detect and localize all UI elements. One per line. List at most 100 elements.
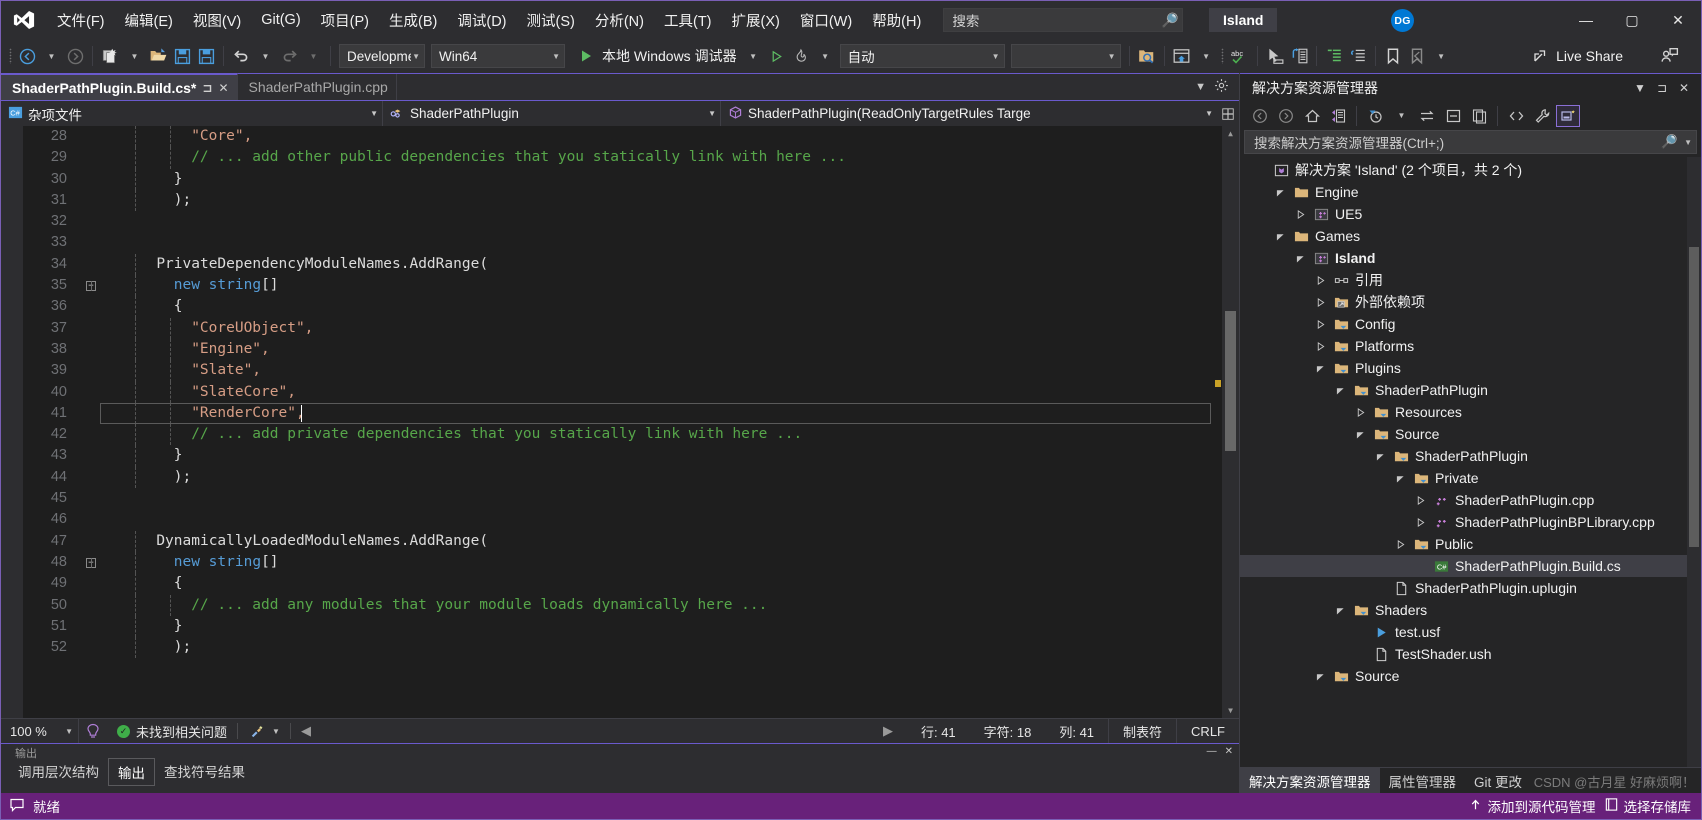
solution-explorer-search-input[interactable]: 搜索解决方案资源管理器(Ctrl+;) 🔍 ▼ xyxy=(1244,130,1697,154)
code-line[interactable]: 40 "SlateCore", xyxy=(23,381,1239,403)
se-pending-dropdown[interactable]: ▼ xyxy=(1389,105,1413,127)
panel-pin-icon[interactable]: ⊐ xyxy=(1651,81,1673,95)
chevron-right-icon[interactable] xyxy=(1310,319,1330,329)
se-sync-with-active-icon[interactable] xyxy=(1415,105,1439,127)
tree-item-selected[interactable]: C# ShaderPathPlugin.Build.cs xyxy=(1240,555,1701,577)
select-repository-button[interactable]: 选择存储库 xyxy=(1604,796,1691,816)
zoom-combo[interactable]: 100 % ▼ xyxy=(1,719,79,743)
code-line[interactable]: 38 "Engine", xyxy=(23,338,1239,361)
chevron-down-icon[interactable] xyxy=(1350,430,1370,439)
panel-close-icon[interactable]: ✕ xyxy=(1673,81,1695,95)
editor-tab-shaderpathplugin-cpp[interactable]: ShaderPathPlugin.cpp xyxy=(237,74,397,100)
start-without-debug-button[interactable] xyxy=(765,44,789,68)
chevron-right-icon[interactable] xyxy=(1290,209,1310,219)
tree-item[interactable]: ShaderPathPlugin.cpp xyxy=(1240,489,1701,511)
chevron-down-icon[interactable] xyxy=(1270,188,1290,197)
debug-target-label[interactable]: 本地 Windows 调试器 xyxy=(598,46,741,66)
tree-item[interactable]: 解决方案 'Island' (2 个项目，共 2 个) xyxy=(1240,159,1701,181)
code-line[interactable]: 31); xyxy=(23,189,1239,212)
uncomment-selection-icon[interactable] xyxy=(1346,44,1370,68)
tabstrip-settings-icon[interactable] xyxy=(1214,78,1229,96)
code-line[interactable]: 28 "Core", xyxy=(23,126,1239,148)
code-cleanup-button[interactable]: ▼ xyxy=(238,719,290,743)
solution-configuration-combo[interactable]: Development ▼ xyxy=(339,44,425,68)
code-text-area[interactable]: 28 "Core", 29 // ... add other public depen… xyxy=(23,126,1239,718)
undo-dropdown[interactable]: ▼ xyxy=(253,44,277,68)
code-line[interactable]: 47 DynamicallyLoadedModuleNames.AddRange( xyxy=(23,530,1239,552)
split-editor-icon[interactable] xyxy=(1217,101,1239,126)
chevron-right-icon[interactable] xyxy=(1390,539,1410,549)
menu-debug[interactable]: 调试(D) xyxy=(447,1,516,39)
new-project-button[interactable] xyxy=(98,44,122,68)
se-pending-changes-icon[interactable] xyxy=(1363,105,1387,127)
dock-tab-output[interactable]: 输出 xyxy=(108,758,155,786)
code-line[interactable]: 50 // ... add any modules that your modul… xyxy=(23,594,1239,616)
tree-item[interactable]: ShaderPathPluginBPLibrary.cpp xyxy=(1240,511,1701,533)
editor-tab-shaderpathplugin-build-cs[interactable]: ShaderPathPlugin.Build.cs* ⊐ ✕ xyxy=(1,73,238,100)
panel-chevron-down-icon[interactable]: ▼ xyxy=(1629,81,1651,95)
solution-tree[interactable]: 解决方案 'Island' (2 个项目，共 2 个) Engine UE5 Game… xyxy=(1240,157,1701,767)
tree-item[interactable]: Public xyxy=(1240,533,1701,555)
tab-solution-explorer[interactable]: 解决方案资源管理器 xyxy=(1240,768,1380,793)
navigate-forward-button[interactable] xyxy=(63,44,87,68)
previous-bookmark-icon[interactable] xyxy=(1405,44,1429,68)
navigate-backward-button[interactable] xyxy=(15,44,39,68)
pin-icon[interactable]: ⊐ xyxy=(202,81,212,95)
code-line[interactable]: 42 // ... add private dependencies that y… xyxy=(23,424,1239,446)
tree-item[interactable]: Engine xyxy=(1240,181,1701,203)
tree-item[interactable]: Platforms xyxy=(1240,335,1701,357)
code-line[interactable]: 36 { xyxy=(23,296,1239,318)
tree-item[interactable]: TestShader.ush xyxy=(1240,643,1701,665)
code-line[interactable]: 29 // ... add other public dependencies t… xyxy=(23,147,1239,169)
code-editor[interactable]: 28 "Core", 29 // ... add other public depen… xyxy=(1,126,1239,718)
redo-dropdown[interactable]: ▼ xyxy=(301,44,325,68)
menu-test[interactable]: 测试(S) xyxy=(517,1,585,39)
hot-reload-dropdown[interactable]: ▼ xyxy=(813,44,837,68)
solution-explorer-dropdown[interactable]: ▼ xyxy=(1194,44,1218,68)
toolbar-grip[interactable] xyxy=(5,46,15,66)
menu-window[interactable]: 窗口(W) xyxy=(790,1,862,39)
navigate-backward-dropdown[interactable]: ▼ xyxy=(39,44,63,68)
code-line[interactable]: 35−new string[] xyxy=(23,275,1239,297)
chevron-down-icon[interactable] xyxy=(1370,452,1390,461)
toolbar-grip-2[interactable] xyxy=(1218,46,1228,66)
solution-tree-scrollbar[interactable] xyxy=(1687,157,1701,767)
code-line[interactable]: 48−new string[] xyxy=(23,551,1239,574)
menu-project[interactable]: 项目(P) xyxy=(311,1,379,39)
close-icon[interactable]: ✕ xyxy=(218,81,228,95)
code-line[interactable]: 37 "CoreUObject", xyxy=(23,317,1239,339)
se-switch-views-icon[interactable] xyxy=(1326,105,1350,127)
minimize-button[interactable]: — xyxy=(1563,1,1609,39)
tab-property-manager[interactable]: 属性管理器 xyxy=(1380,768,1466,793)
chevron-right-icon[interactable] xyxy=(1410,517,1430,527)
tree-item[interactable]: UE5 xyxy=(1240,203,1701,225)
navbar-project-combo[interactable]: C# 杂项文件 ▼ xyxy=(1,101,383,126)
tree-item[interactable]: Private xyxy=(1240,467,1701,489)
solution-explorer-home-icon[interactable] xyxy=(1170,44,1194,68)
chevron-down-icon[interactable] xyxy=(1310,672,1330,681)
code-line[interactable]: 52); xyxy=(23,637,1239,659)
navbar-member-combo[interactable]: ShaderPathPlugin(ReadOnlyTargetRules Tar… xyxy=(721,101,1217,126)
menu-view[interactable]: 视图(V) xyxy=(183,1,251,39)
scroll-up-arrow[interactable]: ▲ xyxy=(1222,126,1239,141)
problems-status[interactable]: ✓ 未找到相关问题 xyxy=(107,719,237,743)
tab-git-changes[interactable]: Git 更改 xyxy=(1465,768,1531,793)
tree-item[interactable]: Source xyxy=(1240,665,1701,687)
debug-target-dropdown[interactable]: ▼ xyxy=(741,44,765,68)
tree-item[interactable]: Island xyxy=(1240,247,1701,269)
tree-item[interactable]: Config xyxy=(1240,313,1701,335)
chevron-right-icon[interactable] xyxy=(1310,341,1330,351)
start-debug-button[interactable] xyxy=(574,44,598,68)
menu-file[interactable]: 文件(F) xyxy=(47,1,115,39)
se-home-icon[interactable] xyxy=(1300,105,1324,127)
new-project-dropdown[interactable]: ▼ xyxy=(122,44,146,68)
open-file-button[interactable] xyxy=(146,44,170,68)
bookmark-dropdown[interactable]: ▼ xyxy=(1429,44,1453,68)
code-line[interactable]: 39 "Slate", xyxy=(23,360,1239,382)
chevron-down-icon[interactable] xyxy=(1330,386,1350,395)
solution-platform-combo[interactable]: Win64 ▼ xyxy=(431,44,565,68)
outlining-margin[interactable]: − xyxy=(82,557,100,568)
scroll-down-arrow[interactable]: ▼ xyxy=(1222,703,1239,718)
navigate-to-icon[interactable] xyxy=(1287,44,1311,68)
pointer-select-icon[interactable] xyxy=(1263,44,1287,68)
